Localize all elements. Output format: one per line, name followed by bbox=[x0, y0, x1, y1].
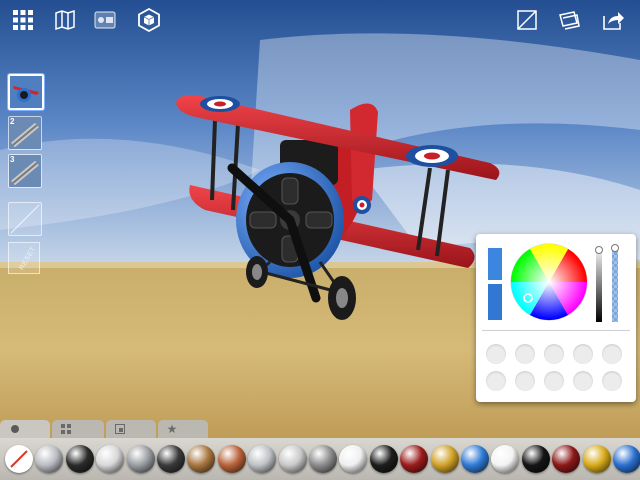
part-slot-3[interactable]: 3 bbox=[8, 154, 42, 188]
tab-decals[interactable] bbox=[106, 420, 156, 438]
material-swatch-dark-red[interactable] bbox=[552, 445, 581, 473]
material-swatch-blue[interactable] bbox=[461, 445, 489, 473]
material-swatch-copper[interactable] bbox=[217, 445, 246, 473]
viewer-button[interactable] bbox=[90, 6, 120, 34]
reset-label: RESET bbox=[18, 245, 38, 272]
material-swatch-yellow[interactable] bbox=[582, 445, 611, 473]
part-slot-number: 2 bbox=[10, 117, 15, 126]
material-swatch-light-gray[interactable] bbox=[278, 445, 307, 473]
map-button[interactable] bbox=[50, 6, 80, 34]
saved-color-slot[interactable] bbox=[602, 344, 622, 364]
saved-color-slot[interactable] bbox=[573, 344, 593, 364]
reset-button[interactable]: RESET bbox=[8, 242, 40, 274]
grid-menu-button[interactable] bbox=[8, 6, 38, 34]
tab-favorites[interactable]: ★ bbox=[158, 420, 208, 438]
cube-icon bbox=[138, 8, 160, 32]
part-slot-number: 3 bbox=[10, 155, 15, 164]
material-swatch-black[interactable] bbox=[369, 445, 398, 473]
layers-icon bbox=[559, 11, 580, 30]
materials-tab-icon bbox=[11, 425, 19, 433]
color-wheel-section bbox=[488, 243, 619, 322]
material-swatch-red[interactable] bbox=[400, 445, 429, 473]
empty-slot[interactable] bbox=[8, 202, 42, 236]
grid-icon bbox=[13, 10, 33, 30]
material-swatch-black-chrome[interactable] bbox=[65, 445, 94, 473]
material-swatch-dark-steel[interactable] bbox=[157, 445, 185, 473]
viewer-icon bbox=[94, 11, 116, 29]
saved-color-slot[interactable] bbox=[544, 344, 564, 364]
saved-color-slot[interactable] bbox=[602, 371, 622, 391]
no-material-icon bbox=[6, 446, 32, 472]
saved-color-slot[interactable] bbox=[544, 371, 564, 391]
texture-grid-icon bbox=[61, 424, 71, 434]
material-swatch-light-steel[interactable] bbox=[248, 445, 277, 473]
saved-color-slot[interactable] bbox=[515, 344, 535, 364]
part-slot-1[interactable] bbox=[8, 74, 44, 110]
tab-materials[interactable] bbox=[0, 420, 50, 438]
material-swatch-gloss-black[interactable] bbox=[521, 445, 550, 473]
share-icon bbox=[603, 12, 624, 30]
material-swatch-deep-blue[interactable] bbox=[613, 445, 640, 473]
saved-color-slot[interactable] bbox=[573, 371, 593, 391]
plane-thumbnail-icon bbox=[10, 76, 42, 108]
previous-color-swatch[interactable] bbox=[488, 284, 502, 320]
star-icon: ★ bbox=[166, 422, 178, 436]
saved-color-slot[interactable] bbox=[486, 371, 506, 391]
model-cube-button[interactable] bbox=[134, 6, 164, 34]
material-swatch-silver[interactable] bbox=[96, 445, 125, 473]
map-icon bbox=[55, 9, 75, 31]
resize-button[interactable] bbox=[512, 6, 542, 34]
tab-textures[interactable] bbox=[52, 420, 104, 438]
color-picker-panel bbox=[476, 234, 636, 402]
layers-button[interactable] bbox=[554, 6, 584, 34]
picker-divider bbox=[482, 330, 630, 331]
material-swatch-gray[interactable] bbox=[309, 445, 337, 473]
brightness-slider[interactable] bbox=[596, 246, 602, 322]
empty-slot-icon bbox=[10, 204, 40, 234]
resize-icon bbox=[517, 10, 537, 30]
material-swatch-none[interactable] bbox=[5, 445, 33, 473]
material-swatch-gold[interactable] bbox=[430, 445, 459, 473]
saved-color-slot[interactable] bbox=[486, 344, 506, 364]
decal-icon bbox=[115, 424, 125, 434]
part-slot-2[interactable]: 2 bbox=[8, 116, 42, 150]
share-button[interactable] bbox=[598, 6, 628, 34]
material-swatch-steel[interactable] bbox=[126, 445, 155, 473]
saved-color-slot[interactable] bbox=[515, 371, 535, 391]
new-color-swatch bbox=[488, 248, 502, 280]
color-wheel[interactable] bbox=[510, 243, 588, 321]
